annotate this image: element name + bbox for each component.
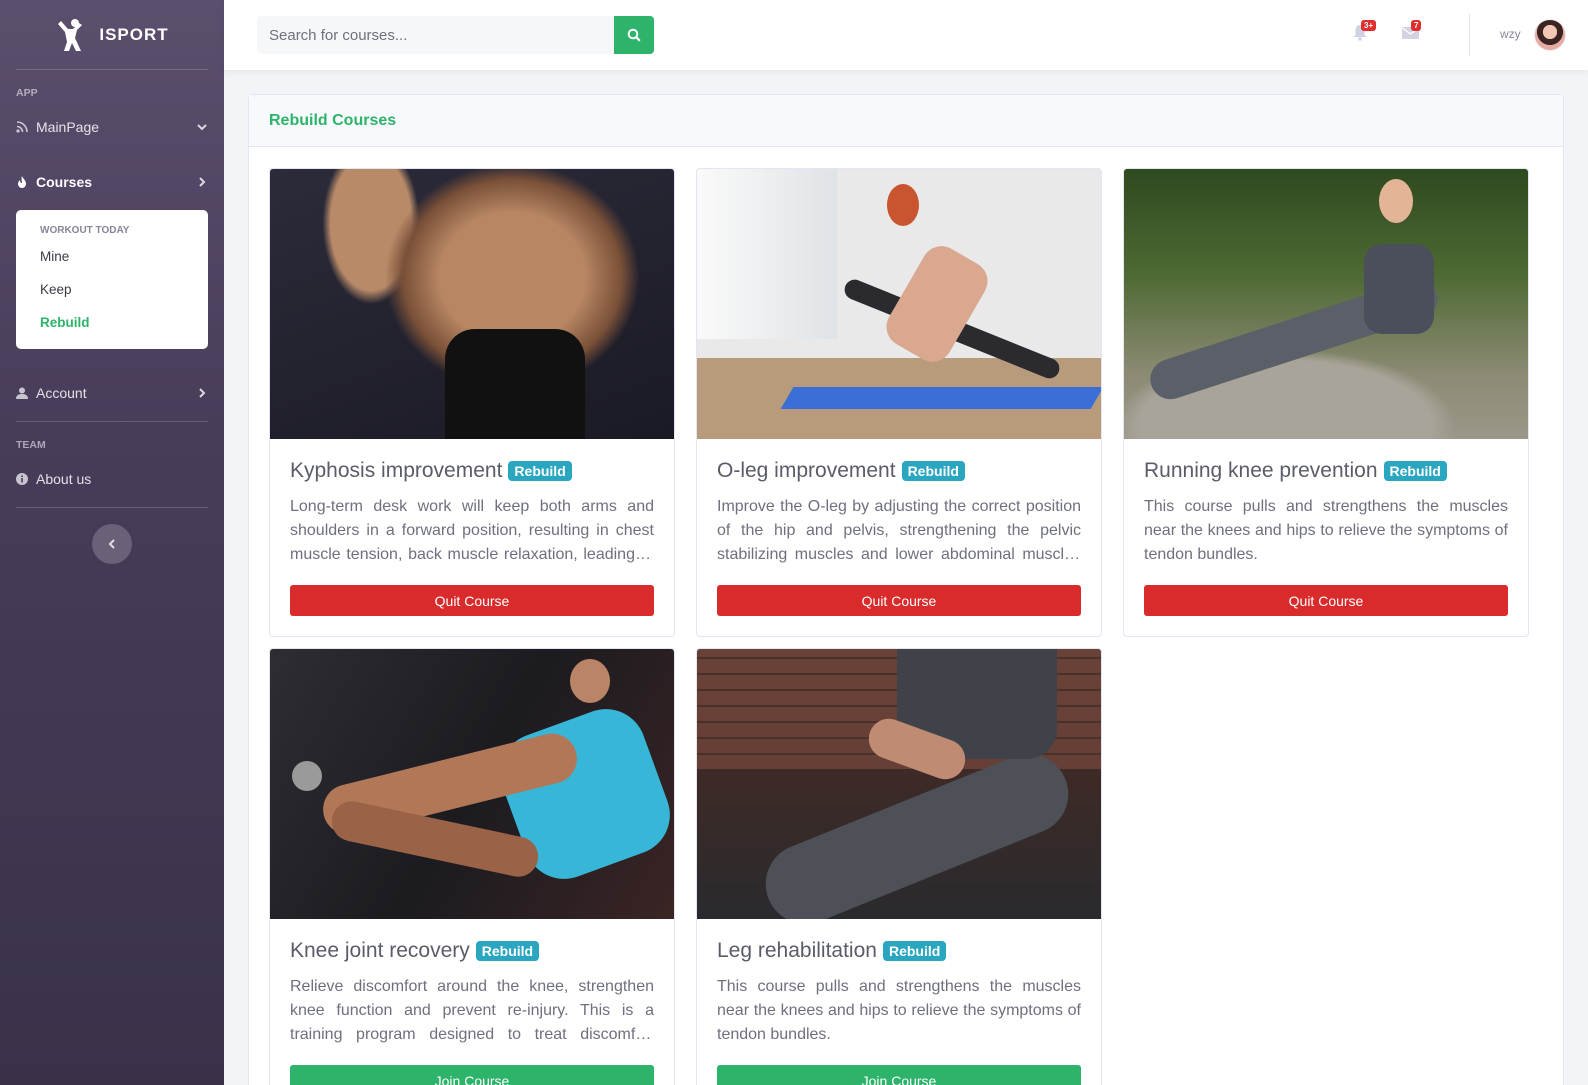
course-title: Leg rehabilitation: [717, 939, 877, 962]
sidebar-item-account[interactable]: Account: [0, 373, 224, 413]
sidebar-item-about[interactable]: About us: [0, 459, 224, 499]
card-header: Rebuild Courses: [249, 95, 1563, 147]
sidebar-toggle-button[interactable]: [92, 524, 132, 564]
sidebar-item-label: Account: [36, 385, 87, 401]
course-title: Knee joint recovery: [290, 939, 470, 962]
topbar-divider: [1469, 14, 1470, 56]
messages-badge: 7: [1411, 20, 1422, 31]
course-title: Kyphosis improvement: [290, 459, 503, 482]
course-tag: Rebuild: [882, 941, 947, 961]
submenu-item-rebuild[interactable]: Rebuild: [16, 306, 208, 339]
section-heading-team: TEAM: [16, 439, 46, 451]
quit-course-button[interactable]: Quit Course: [1144, 585, 1508, 616]
user-name[interactable]: wzy: [1500, 27, 1521, 41]
brand[interactable]: ISPORT: [0, 0, 224, 69]
course-image[interactable]: [697, 169, 1101, 439]
chevron-down-icon: [197, 124, 207, 131]
course-image[interactable]: [270, 649, 674, 919]
avatar[interactable]: [1534, 19, 1566, 51]
sidebar-item-label: Courses: [36, 174, 93, 190]
info-icon: [16, 473, 36, 485]
submenu-item-keep[interactable]: Keep: [16, 273, 208, 306]
submenu-item-mine[interactable]: Mine: [16, 240, 208, 273]
course-description: Relieve discomfort around the knee, stre…: [290, 978, 654, 1043]
sidebar: ISPORT APP MainPage Courses WORKOUT TODA…: [0, 0, 224, 1085]
page-title: Rebuild Courses: [269, 111, 397, 129]
search-button[interactable]: [614, 16, 654, 54]
sidebar-item-label: About us: [36, 471, 92, 487]
join-course-button[interactable]: Join Course: [290, 1065, 654, 1085]
course-title: Running knee prevention: [1144, 459, 1378, 482]
course-card: Leg rehabilitation Rebuild This course p…: [696, 648, 1102, 1085]
chevron-right-icon: [199, 388, 206, 398]
course-image[interactable]: [697, 649, 1101, 919]
search-icon: [627, 28, 641, 42]
course-description: Improve the O-leg by adjusting the corre…: [717, 498, 1081, 563]
sidebar-divider: [16, 507, 208, 508]
alerts-button[interactable]: 3+: [1352, 20, 1377, 46]
course-tag: Rebuild: [1383, 461, 1447, 481]
user-icon: [16, 387, 36, 399]
brand-logo-icon: [58, 18, 83, 51]
topbar: 3+ 7 wzy: [224, 0, 1588, 70]
quit-course-button[interactable]: Quit Course: [290, 585, 654, 616]
course-card: Knee joint recovery Rebuild Relieve disc…: [269, 648, 675, 1085]
join-course-button[interactable]: Join Course: [717, 1065, 1081, 1085]
rss-icon: [16, 121, 36, 133]
sidebar-item-mainpage[interactable]: MainPage: [0, 107, 224, 147]
course-image[interactable]: [270, 169, 674, 439]
submenu-heading: WORKOUT TODAY: [40, 225, 130, 236]
messages-button[interactable]: 7: [1402, 20, 1424, 46]
fire-icon: [16, 175, 36, 189]
course-title: O-leg improvement: [717, 459, 896, 482]
courses-submenu: WORKOUT TODAY Mine Keep Rebuild: [16, 210, 208, 349]
sidebar-item-courses[interactable]: Courses: [0, 162, 224, 202]
courses-card: Rebuild Courses Kyphosis improvement Reb…: [248, 94, 1564, 1085]
course-tag: Rebuild: [508, 461, 572, 481]
chevron-right-icon: [199, 177, 206, 187]
chevron-left-icon: [108, 539, 115, 549]
sidebar-item-label: MainPage: [36, 119, 100, 135]
course-image[interactable]: [1124, 169, 1528, 439]
search-form: [257, 16, 654, 54]
course-description: Long-term desk work will keep both arms …: [290, 498, 654, 563]
search-input[interactable]: [257, 16, 614, 54]
section-heading-app: APP: [16, 87, 38, 99]
course-description: This course pulls and strengthens the mu…: [1144, 498, 1508, 563]
quit-course-button[interactable]: Quit Course: [717, 585, 1081, 616]
alerts-badge: 3+: [1361, 20, 1377, 31]
course-card: Running knee prevention Rebuild This cou…: [1123, 168, 1529, 637]
course-card: Kyphosis improvement Rebuild Long-term d…: [269, 168, 675, 637]
course-card: O-leg improvement Rebuild Improve the O-…: [696, 168, 1102, 637]
brand-name: ISPORT: [99, 24, 169, 44]
course-description: This course pulls and strengthens the mu…: [717, 978, 1081, 1043]
course-tag: Rebuild: [901, 461, 965, 481]
course-tag: Rebuild: [475, 941, 540, 961]
